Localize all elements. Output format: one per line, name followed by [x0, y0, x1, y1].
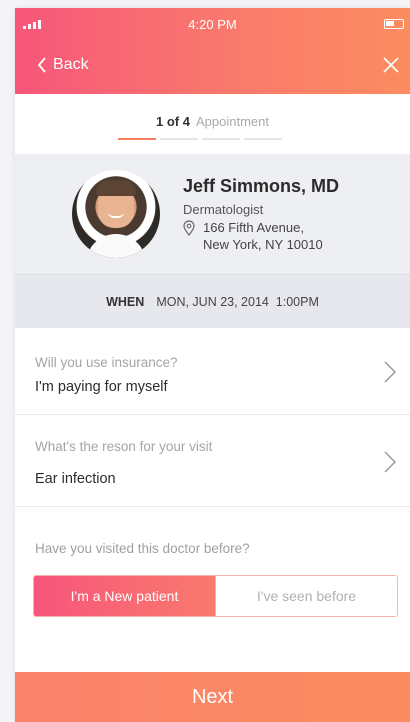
doctor-name: Jeff Simmons, MD — [183, 176, 340, 196]
visited-section: Have you visited this doctor before? I'm… — [15, 507, 410, 627]
insurance-row[interactable]: Will you use insurance? I'm paying for m… — [15, 329, 410, 415]
app-screen: 4:20 PM Back 1 of 4 Appointment Jeff Sim… — [15, 8, 410, 722]
chevron-right-icon — [384, 361, 396, 383]
status-time: 4:20 PM — [188, 17, 237, 32]
insurance-question: Will you use insurance? — [35, 355, 178, 370]
doctor-address-line2: New York, NY 10010 — [203, 237, 323, 252]
chevron-left-icon — [37, 57, 46, 73]
reason-answer: Ear infection — [35, 471, 116, 487]
insurance-answer: I'm paying for myself — [35, 379, 168, 395]
status-bar: 4:20 PM — [15, 17, 410, 33]
chevron-right-icon — [384, 451, 396, 473]
seen-before-option[interactable]: I've seen before — [215, 576, 397, 616]
back-label: Back — [53, 56, 89, 73]
reason-row[interactable]: What's the reson for your visit Ear infe… — [15, 415, 410, 507]
when-value: MON, JUN 23, 2014 1:00PM — [156, 295, 319, 309]
step-indicator: 1 of 4 Appointment — [15, 94, 410, 154]
doctor-card: Jeff Simmons, MD Dermatologist 166 Fifth… — [15, 154, 410, 274]
step-progress — [118, 138, 282, 140]
patient-type-toggle: I'm a New patient I've seen before — [33, 575, 398, 617]
appointment-when: WHEN MON, JUN 23, 2014 1:00PM — [15, 274, 410, 328]
step-bar — [202, 138, 240, 140]
when-label: WHEN — [106, 295, 145, 309]
nav-bar: Back — [15, 54, 410, 80]
doctor-avatar — [72, 170, 160, 258]
visited-question: Have you visited this doctor before? — [35, 541, 250, 556]
header: 4:20 PM Back — [15, 8, 410, 94]
step-count: 1 of 4 — [156, 114, 190, 129]
location-pin-icon — [183, 220, 195, 236]
battery-icon — [384, 19, 404, 29]
doctor-address-line1: 166 Fifth Avenue, — [203, 220, 304, 235]
step-bar — [244, 138, 282, 140]
reason-question: What's the reson for your visit — [35, 439, 213, 454]
next-button[interactable]: Next — [15, 672, 410, 722]
step-bar — [160, 138, 198, 140]
step-bar — [118, 138, 156, 140]
doctor-specialty: Dermatologist — [183, 202, 264, 217]
close-icon[interactable] — [382, 56, 400, 74]
back-button[interactable]: Back — [37, 56, 89, 74]
new-patient-option[interactable]: I'm a New patient — [34, 576, 215, 616]
step-label: Appointment — [195, 114, 269, 129]
